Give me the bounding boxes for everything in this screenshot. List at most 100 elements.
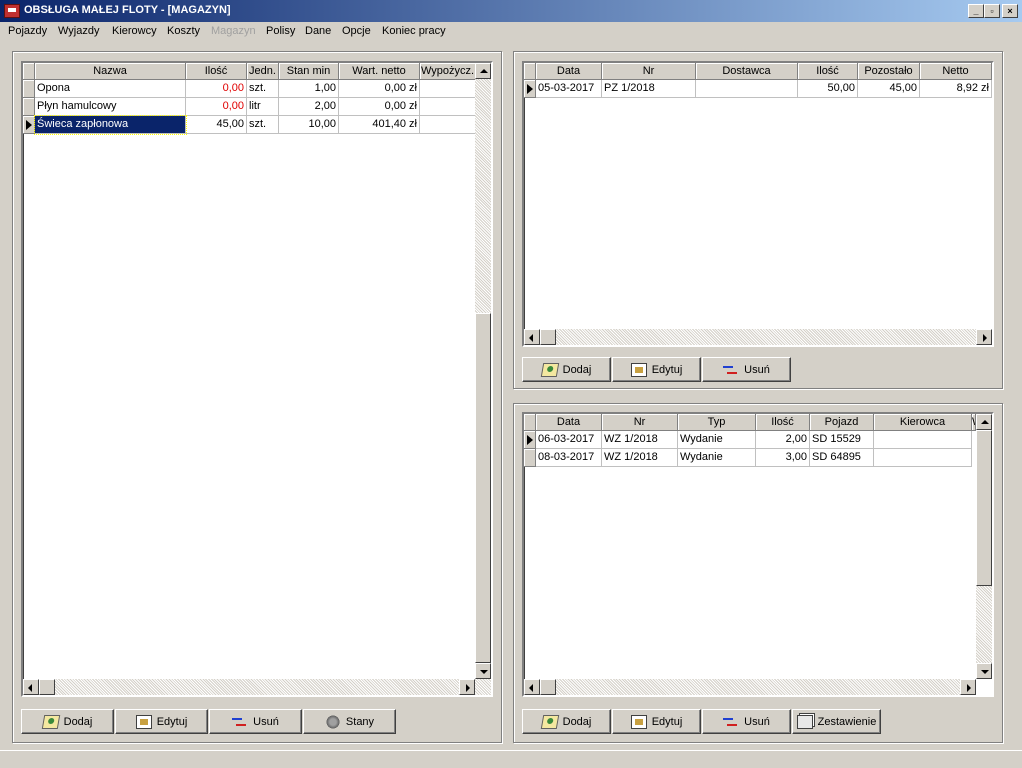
scroll-right-button[interactable]: [976, 329, 992, 345]
scrollbar-thumb[interactable]: [540, 329, 556, 345]
col-nazwa[interactable]: Nazwa: [35, 63, 186, 80]
current-row-indicator[interactable]: [524, 431, 536, 449]
issues-add-button[interactable]: Dodaj: [522, 709, 611, 734]
table-cell[interactable]: [420, 98, 476, 116]
issues-grid[interactable]: Data Nr Typ Ilość Pojazd Kierowca W 06-0…: [522, 412, 994, 697]
col-wypozycz[interactable]: Wypożycz.: [420, 63, 476, 80]
table-cell[interactable]: [420, 116, 476, 134]
menu-dane[interactable]: Dane: [305, 25, 331, 37]
table-cell[interactable]: 45,00: [858, 80, 920, 98]
col-ilosc[interactable]: Ilość: [186, 63, 247, 80]
issues-delete-button[interactable]: Usuń: [702, 709, 791, 734]
restore-button[interactable]: ▫: [984, 4, 1000, 18]
table-cell[interactable]: 0,00 zł: [339, 80, 420, 98]
scroll-right-button[interactable]: [960, 679, 976, 695]
table-cell[interactable]: litr: [247, 98, 279, 116]
menu-wyjazdy[interactable]: Wyjazdy: [58, 25, 99, 37]
items-grid[interactable]: Nazwa Ilość Jedn. Stan min Wart. netto W…: [21, 61, 493, 697]
row-indicator[interactable]: [23, 98, 35, 116]
issues-edit-button[interactable]: Edytuj: [612, 709, 701, 734]
table-cell[interactable]: 1,00: [279, 80, 339, 98]
table-cell[interactable]: 0,00: [186, 80, 247, 98]
receipts-edit-button[interactable]: Edytuj: [612, 357, 701, 382]
table-cell[interactable]: 0,00 zł: [339, 98, 420, 116]
col-jedn[interactable]: Jedn.: [247, 63, 279, 80]
table-cell[interactable]: PZ 1/2018: [602, 80, 696, 98]
table-cell[interactable]: 05-03-2017: [536, 80, 602, 98]
col-pozostalo[interactable]: Pozostało: [858, 63, 920, 80]
col-data[interactable]: Data: [536, 414, 602, 431]
scrollbar-thumb[interactable]: [39, 679, 55, 695]
col-data[interactable]: Data: [536, 63, 602, 80]
col-stan-min[interactable]: Stan min: [279, 63, 339, 80]
menu-koniec-pracy[interactable]: Koniec pracy: [382, 25, 446, 37]
selected-cell[interactable]: Świeca zapłonowa: [34, 115, 187, 135]
items-delete-button[interactable]: Usuń: [209, 709, 302, 734]
menu-koszty[interactable]: Koszty: [167, 25, 200, 37]
vertical-scrollbar[interactable]: [475, 63, 491, 679]
issues-summary-button[interactable]: Zestawienie: [792, 709, 881, 734]
receipts-grid[interactable]: Data Nr Dostawca Ilość Pozostało Netto 0…: [522, 61, 994, 347]
current-row-indicator[interactable]: [524, 80, 536, 98]
table-cell[interactable]: 0,00: [186, 98, 247, 116]
table-cell[interactable]: 50,00: [798, 80, 858, 98]
col-wart-netto[interactable]: Wart. netto: [339, 63, 420, 80]
table-cell[interactable]: 10,00: [279, 116, 339, 134]
items-edit-button[interactable]: Edytuj: [115, 709, 208, 734]
col-typ[interactable]: Typ: [678, 414, 756, 431]
col-pojazd[interactable]: Pojazd: [810, 414, 874, 431]
scroll-left-button[interactable]: [23, 679, 39, 695]
table-cell[interactable]: [874, 431, 972, 449]
horizontal-scrollbar[interactable]: [524, 679, 976, 695]
items-add-button[interactable]: Dodaj: [21, 709, 114, 734]
table-cell[interactable]: SD 15529: [810, 431, 874, 449]
menu-polisy[interactable]: Polisy: [266, 25, 295, 37]
items-states-button[interactable]: Stany: [303, 709, 396, 734]
table-cell[interactable]: 06-03-2017: [536, 431, 602, 449]
table-cell[interactable]: szt.: [247, 116, 279, 134]
table-cell[interactable]: [874, 449, 972, 467]
horizontal-scrollbar[interactable]: [524, 329, 992, 345]
scroll-right-button[interactable]: [459, 679, 475, 695]
col-netto[interactable]: Netto: [920, 63, 992, 80]
table-cell[interactable]: Płyn hamulcowy: [35, 98, 186, 116]
col-ilosc[interactable]: Ilość: [756, 414, 810, 431]
col-dostawca[interactable]: Dostawca: [696, 63, 798, 80]
table-cell[interactable]: WZ 1/2018: [602, 431, 678, 449]
table-cell[interactable]: 401,40 zł: [339, 116, 420, 134]
col-nr[interactable]: Nr: [602, 414, 678, 431]
table-cell[interactable]: WZ 1/2018: [602, 449, 678, 467]
receipts-delete-button[interactable]: Usuń: [702, 357, 791, 382]
scrollbar-thumb[interactable]: [976, 430, 992, 586]
table-cell[interactable]: SD 64895: [810, 449, 874, 467]
receipts-add-button[interactable]: Dodaj: [522, 357, 611, 382]
scroll-left-button[interactable]: [524, 679, 540, 695]
menu-kierowcy[interactable]: Kierowcy: [112, 25, 157, 37]
table-cell[interactable]: Wydanie: [678, 449, 756, 467]
table-cell[interactable]: szt.: [247, 80, 279, 98]
table-cell[interactable]: 2,00: [756, 431, 810, 449]
menu-pojazdy[interactable]: Pojazdy: [8, 25, 47, 37]
scroll-up-button[interactable]: [475, 63, 491, 79]
horizontal-scrollbar[interactable]: [23, 679, 491, 695]
scroll-down-button[interactable]: [976, 663, 992, 679]
table-cell[interactable]: [420, 80, 476, 98]
vertical-scrollbar[interactable]: [976, 414, 992, 679]
table-cell[interactable]: [696, 80, 798, 98]
table-cell[interactable]: Wydanie: [678, 431, 756, 449]
scrollbar-thumb[interactable]: [540, 679, 556, 695]
table-cell[interactable]: 8,92 zł: [920, 80, 992, 98]
table-cell[interactable]: 2,00: [279, 98, 339, 116]
current-row-indicator[interactable]: [23, 116, 35, 134]
scroll-left-button[interactable]: [524, 329, 540, 345]
minimize-button[interactable]: _: [968, 4, 984, 18]
close-button[interactable]: ×: [1002, 4, 1018, 18]
table-cell[interactable]: 45,00: [186, 116, 247, 134]
menu-opcje[interactable]: Opcje: [342, 25, 371, 37]
scroll-down-button[interactable]: [475, 663, 491, 679]
row-indicator[interactable]: [23, 80, 35, 98]
col-nr[interactable]: Nr: [602, 63, 696, 80]
scrollbar-thumb[interactable]: [475, 313, 491, 663]
table-cell[interactable]: 3,00: [756, 449, 810, 467]
table-cell[interactable]: Opona: [35, 80, 186, 98]
